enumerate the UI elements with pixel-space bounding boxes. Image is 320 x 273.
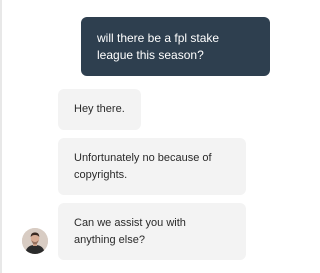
user-message-bubble: will there be a fpl stake league this se…	[81, 17, 270, 76]
agent-message-text: Can we assist you with anything else?	[74, 217, 186, 246]
user-message-text: will there be a fpl stake league this se…	[97, 31, 220, 62]
agent-avatar	[22, 228, 48, 254]
agent-message-bubble: Hey there.	[58, 89, 141, 130]
agent-message-text: Unfortunately no because of copyrights.	[74, 152, 212, 181]
agent-message-bubble: Can we assist you with anything else?	[58, 203, 246, 260]
agent-avatar-image	[22, 228, 48, 254]
agent-message-text: Hey there.	[74, 103, 125, 115]
chat-window: will there be a fpl stake league this se…	[0, 0, 284, 273]
agent-message-bubble: Unfortunately no because of copyrights.	[58, 138, 246, 195]
window-edge-divider	[0, 0, 2, 273]
